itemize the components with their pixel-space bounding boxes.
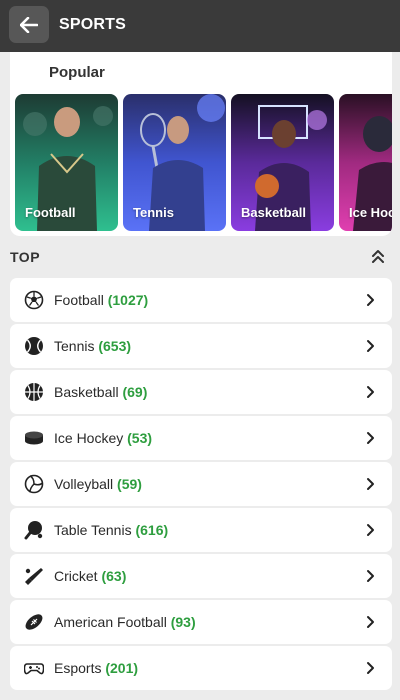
sport-name: Table Tennis	[54, 522, 132, 538]
american-football-icon	[25, 614, 43, 630]
popular-section: Popular Football Tennis Basketball Ice H…	[10, 52, 392, 236]
sport-name: Tennis	[54, 338, 95, 354]
popular-carousel[interactable]: Football Tennis Basketball Ice Hoc	[15, 94, 392, 231]
popular-tile-football[interactable]: Football	[15, 94, 118, 231]
event-count: (69)	[122, 384, 148, 400]
sport-name: Volleyball	[54, 476, 114, 492]
sport-name: American Football	[54, 614, 167, 630]
event-count: (201)	[105, 660, 139, 676]
back-button[interactable]	[9, 6, 49, 43]
double-chevron-up-icon[interactable]	[370, 247, 386, 265]
event-count: (59)	[117, 476, 142, 492]
list-item-esports[interactable]: Esports (201)	[10, 646, 392, 690]
cricket-bat-icon	[25, 568, 43, 585]
app-header: SPORTS	[0, 0, 400, 52]
tennis-ball-icon	[25, 337, 43, 355]
list-item-tennis[interactable]: Tennis (653)	[10, 324, 392, 368]
event-count: (53)	[127, 430, 153, 446]
sport-name: Football	[54, 292, 104, 308]
page-title: SPORTS	[59, 16, 126, 33]
sport-name: Esports	[54, 660, 102, 676]
event-count: (93)	[170, 614, 196, 630]
list-item-volleyball[interactable]: Volleyball (59)	[10, 462, 392, 506]
top-heading: TOP	[10, 249, 41, 265]
chevron-right-icon	[367, 616, 374, 628]
tile-label: Football	[25, 205, 76, 220]
ping-pong-icon	[24, 521, 43, 540]
tile-label: Ice Hockey	[349, 205, 392, 220]
list-item-cricket[interactable]: Cricket (63)	[10, 554, 392, 598]
event-count: (63)	[101, 568, 127, 584]
sport-name: Basketball	[54, 384, 119, 400]
volleyball-icon	[24, 474, 44, 494]
popular-heading: Popular	[49, 64, 105, 81]
tile-label: Basketball	[241, 205, 307, 220]
chevron-right-icon	[367, 432, 374, 444]
chevron-right-icon	[367, 478, 374, 490]
list-item-football[interactable]: Football (1027)	[10, 278, 392, 322]
basketball-icon	[25, 383, 43, 401]
popular-tile-tennis[interactable]: Tennis	[123, 94, 226, 231]
sport-name: Cricket	[54, 568, 98, 584]
event-count: (653)	[98, 338, 132, 354]
event-count: (616)	[135, 522, 169, 538]
chevron-right-icon	[367, 662, 374, 674]
list-item-ice-hockey[interactable]: Ice Hockey (53)	[10, 416, 392, 460]
list-item-table-tennis[interactable]: Table Tennis (616)	[10, 508, 392, 552]
hockey-puck-icon	[25, 431, 43, 445]
chevron-right-icon	[367, 386, 374, 398]
arrow-left-icon	[20, 16, 38, 33]
list-item-american-football[interactable]: American Football (93)	[10, 600, 392, 644]
popular-tile-ice-hockey[interactable]: Ice Hockey	[339, 94, 392, 231]
top-section-header[interactable]: TOP	[10, 246, 390, 268]
chevron-right-icon	[367, 570, 374, 582]
list-item-basketball[interactable]: Basketball (69)	[10, 370, 392, 414]
sport-name: Ice Hockey	[54, 430, 124, 446]
popular-tile-basketball[interactable]: Basketball	[231, 94, 334, 231]
event-count: (1027)	[107, 292, 149, 308]
chevron-right-icon	[367, 294, 374, 306]
tile-label: Tennis	[133, 205, 174, 220]
chevron-right-icon	[367, 524, 374, 536]
soccer-ball-icon	[24, 290, 44, 310]
gamepad-icon	[24, 663, 44, 675]
chevron-right-icon	[367, 340, 374, 352]
